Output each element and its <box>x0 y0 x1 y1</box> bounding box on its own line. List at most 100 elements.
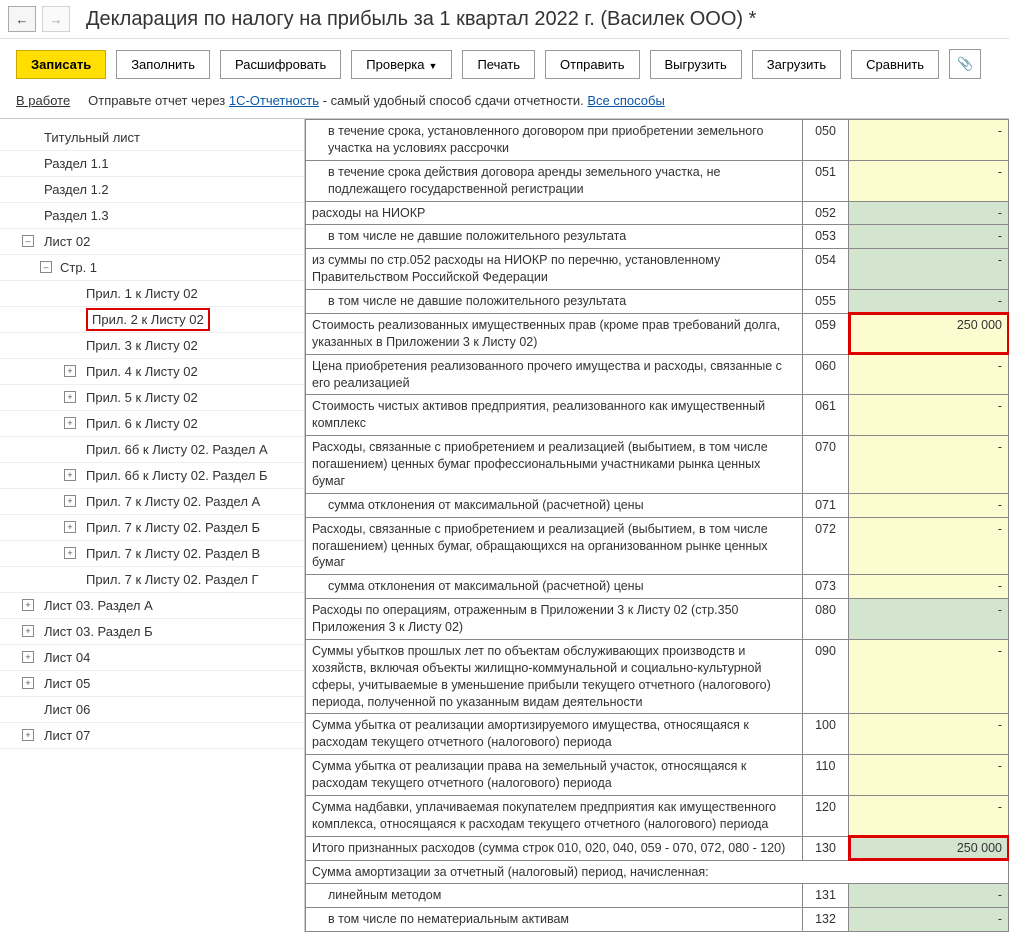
row-value[interactable]: 250 000 <box>849 313 1009 354</box>
fill-button[interactable]: Заполнить <box>116 50 210 79</box>
row-value[interactable]: - <box>849 290 1009 314</box>
expand-icon[interactable]: + <box>22 651 34 663</box>
row-value[interactable]: - <box>849 755 1009 796</box>
row-description: линейным методом <box>306 884 803 908</box>
row-code: 073 <box>803 575 849 599</box>
tree-item[interactable]: +Прил. 6б к Листу 02. Раздел Б <box>0 463 304 489</box>
row-value[interactable]: - <box>849 599 1009 640</box>
row-value[interactable]: - <box>849 908 1009 932</box>
row-value[interactable]: 250 000 <box>849 836 1009 860</box>
tree-item-label: Стр. 1 <box>60 260 97 275</box>
decode-button[interactable]: Расшифровать <box>220 50 341 79</box>
row-value[interactable]: - <box>849 493 1009 517</box>
compare-button[interactable]: Сравнить <box>851 50 939 79</box>
table-row: в том числе не давшие положительного рез… <box>306 290 1009 314</box>
tree-item[interactable]: + Лист 07 <box>0 723 304 749</box>
row-value[interactable]: - <box>849 575 1009 599</box>
row-description: Сумма надбавки, уплачиваемая покупателем… <box>306 795 803 836</box>
row-value[interactable]: - <box>849 120 1009 161</box>
row-value[interactable]: - <box>849 436 1009 494</box>
send-button[interactable]: Отправить <box>545 50 639 79</box>
tree-item[interactable]: +Прил. 7 к Листу 02. Раздел А <box>0 489 304 515</box>
tree-item[interactable]: +Лист 04 <box>0 645 304 671</box>
tree-item[interactable]: Прил. 2 к Листу 02 <box>0 307 304 333</box>
expand-icon[interactable]: + <box>22 625 34 637</box>
tree-item[interactable]: +Лист 03. Раздел Б <box>0 619 304 645</box>
attach-button[interactable]: 📎 <box>949 49 981 79</box>
status-text: Отправьте отчет через 1С-Отчетность - са… <box>88 93 665 108</box>
save-button[interactable]: Записать <box>16 50 106 79</box>
check-button[interactable]: Проверка▼ <box>351 50 452 79</box>
row-value[interactable]: - <box>849 160 1009 201</box>
expand-icon[interactable]: + <box>64 495 76 507</box>
expand-icon[interactable]: + <box>22 677 34 689</box>
chevron-down-icon: ▼ <box>429 61 438 71</box>
download-button[interactable]: Загрузить <box>752 50 841 79</box>
expand-icon[interactable]: + <box>22 599 34 611</box>
expand-icon[interactable]: + <box>64 365 76 377</box>
tree-item[interactable]: +Прил. 4 к Листу 02 <box>0 359 304 385</box>
expand-icon[interactable]: – <box>40 261 52 273</box>
print-button[interactable]: Печать <box>462 50 535 79</box>
tree-item[interactable]: + Прил. 7 к Листу 02. Раздел В <box>0 541 304 567</box>
row-code: 100 <box>803 714 849 755</box>
upload-button[interactable]: Выгрузить <box>650 50 742 79</box>
row-value[interactable]: - <box>849 795 1009 836</box>
table-row: Сумма убытка от реализации права на земе… <box>306 755 1009 796</box>
table-row: Расходы, связанные с приобретением и реа… <box>306 517 1009 575</box>
expand-icon[interactable]: + <box>64 469 76 481</box>
status-label[interactable]: В работе <box>16 93 70 108</box>
expand-icon[interactable]: – <box>22 235 34 247</box>
row-value[interactable]: - <box>849 249 1009 290</box>
tree-item[interactable]: Раздел 1.1 <box>0 151 304 177</box>
back-button[interactable]: ← <box>8 6 36 32</box>
tree-item[interactable]: Раздел 1.2 <box>0 177 304 203</box>
table-row: расходы на НИОКР052- <box>306 201 1009 225</box>
tree-item[interactable]: Титульный лист <box>0 125 304 151</box>
page-title: Декларация по налогу на прибыль за 1 ква… <box>86 8 756 31</box>
expand-icon[interactable]: + <box>64 391 76 403</box>
expand-icon[interactable]: + <box>64 417 76 429</box>
tree-item-label: Раздел 1.2 <box>44 182 109 197</box>
tree-item[interactable]: Лист 06 <box>0 697 304 723</box>
tree-item-label: Прил. 5 к Листу 02 <box>86 390 198 405</box>
row-value[interactable]: - <box>849 201 1009 225</box>
expand-icon[interactable]: + <box>64 547 76 559</box>
tree-item-label: Прил. 7 к Листу 02. Раздел В <box>86 546 260 561</box>
row-description: сумма отклонения от максимальной (расчет… <box>306 493 803 517</box>
tree-item[interactable]: Прил. 1 к Листу 02 <box>0 281 304 307</box>
tree-item[interactable]: + Прил. 5 к Листу 02 <box>0 385 304 411</box>
row-description: в течение срока, установленного договоро… <box>306 120 803 161</box>
row-value[interactable]: - <box>849 517 1009 575</box>
tree-item[interactable]: +Лист 03. Раздел А <box>0 593 304 619</box>
row-value[interactable]: - <box>849 225 1009 249</box>
expand-icon[interactable]: + <box>64 521 76 533</box>
row-description: Сумма амортизации за отчетный (налоговый… <box>306 860 1009 884</box>
row-value[interactable]: - <box>849 639 1009 714</box>
tree-item[interactable]: Прил. 3 к Листу 02 <box>0 333 304 359</box>
row-code: 120 <box>803 795 849 836</box>
tree-item-label: Прил. 3 к Листу 02 <box>86 338 198 353</box>
forward-button[interactable]: → <box>42 6 70 32</box>
tree-item-label: Лист 07 <box>44 728 90 743</box>
tree-item-label: Прил. 6 к Листу 02 <box>86 416 198 431</box>
tree-item-label: Раздел 1.3 <box>44 208 109 223</box>
tree-item[interactable]: +Прил. 7 к Листу 02. Раздел Б <box>0 515 304 541</box>
row-value[interactable]: - <box>849 884 1009 908</box>
table-row: Расходы, связанные с приобретением и реа… <box>306 436 1009 494</box>
tree-item[interactable]: +Лист 05 <box>0 671 304 697</box>
tree-item[interactable]: Прил. 7 к Листу 02. Раздел Г <box>0 567 304 593</box>
tree-item[interactable]: Прил. 6б к Листу 02. Раздел А <box>0 437 304 463</box>
expand-icon[interactable]: + <box>22 729 34 741</box>
row-value[interactable]: - <box>849 714 1009 755</box>
row-value[interactable]: - <box>849 354 1009 395</box>
tree-item[interactable]: Раздел 1.3 <box>0 203 304 229</box>
tree-item[interactable]: + Прил. 6 к Листу 02 <box>0 411 304 437</box>
tree-item-label: Прил. 6б к Листу 02. Раздел А <box>86 442 268 457</box>
row-value[interactable]: - <box>849 395 1009 436</box>
row-code: 110 <box>803 755 849 796</box>
tree-item[interactable]: –Стр. 1 <box>0 255 304 281</box>
all-methods-link[interactable]: Все способы <box>587 93 664 108</box>
tree-item[interactable]: –Лист 02 <box>0 229 304 255</box>
report-link[interactable]: 1С-Отчетность <box>229 93 319 108</box>
